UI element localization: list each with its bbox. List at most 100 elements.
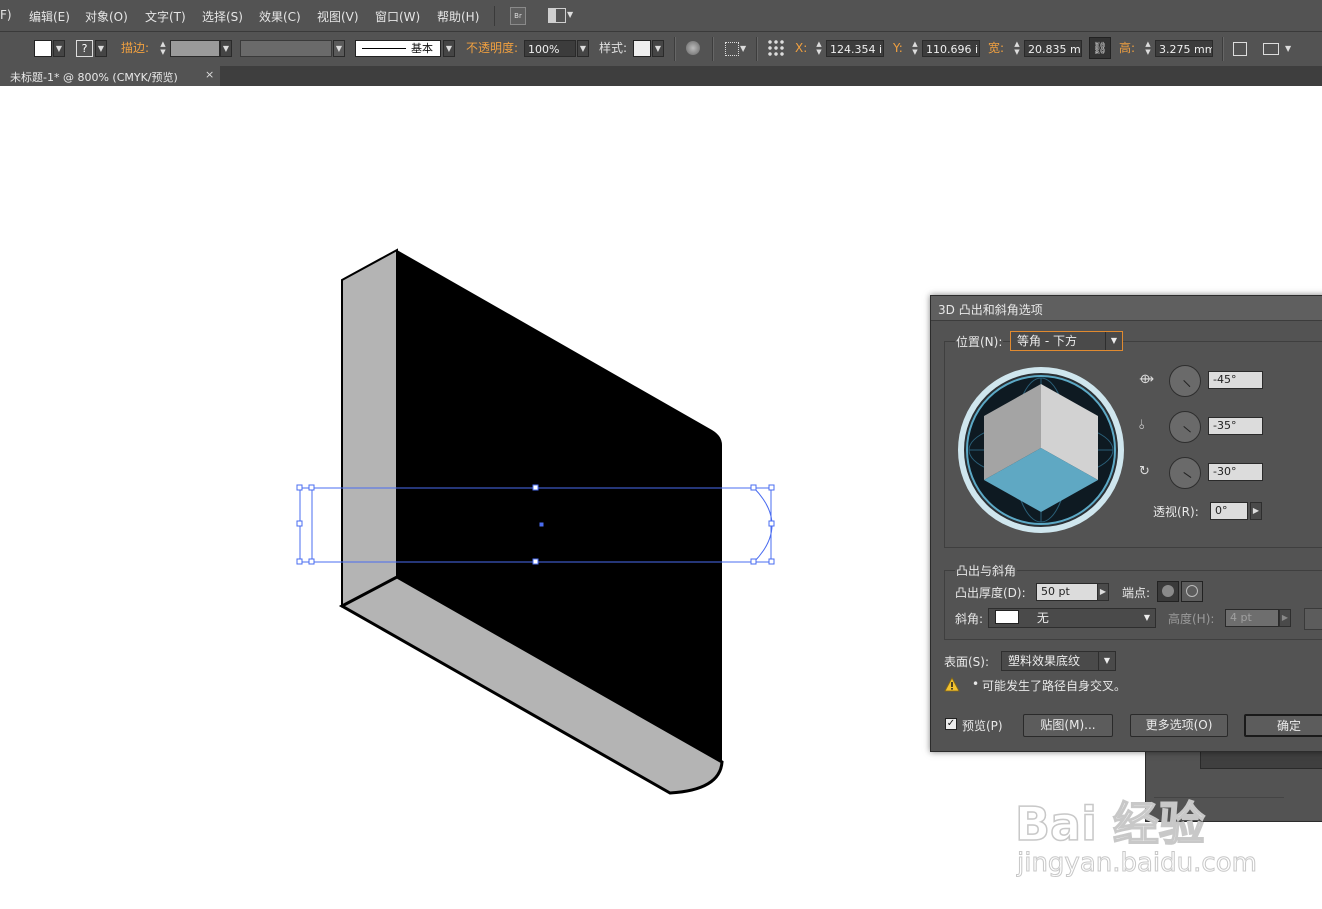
arrange-documents-icon[interactable] <box>548 8 566 23</box>
handle[interactable] <box>532 558 539 565</box>
fill-dropdown-arrow[interactable]: ▼ <box>53 40 65 57</box>
menu-type[interactable]: 文字(T) <box>145 8 186 25</box>
handle[interactable] <box>768 558 775 565</box>
more-options-button[interactable]: 更多选项(O) <box>1130 714 1228 737</box>
y-spinner[interactable]: ▲ ▼ <box>910 40 920 57</box>
chevron-down-icon[interactable]: ▼ <box>1285 40 1291 57</box>
height-label[interactable]: 高: <box>1119 40 1135 57</box>
handle[interactable] <box>296 520 303 527</box>
bridge-button[interactable]: Br <box>510 7 526 25</box>
map-button[interactable]: 贴图(M)... <box>1023 714 1113 737</box>
handle[interactable] <box>750 484 757 491</box>
bevel-label: 斜角: <box>955 612 984 626</box>
bevel-select[interactable]: 无 ▼ <box>988 608 1156 628</box>
menu-select[interactable]: 选择(S) <box>202 8 243 25</box>
close-icon[interactable]: × <box>205 68 214 81</box>
opacity-label[interactable]: 不透明度: <box>466 40 518 57</box>
perspective-slider-arrow[interactable]: ▶ <box>1250 502 1262 520</box>
x-label[interactable]: X: <box>795 40 807 57</box>
width-label[interactable]: 宽: <box>988 40 1004 57</box>
handle[interactable] <box>768 484 775 491</box>
watermark-url: jingyan.baidu.com <box>1017 848 1258 879</box>
y-label[interactable]: Y: <box>893 40 903 57</box>
rotate-y-knob[interactable] <box>1169 411 1201 443</box>
brush-stroke-preview <box>362 48 406 49</box>
variable-width-dropdown[interactable]: ▼ <box>333 40 345 57</box>
preview-label[interactable]: 预览(P) <box>962 717 1003 734</box>
menu-effect[interactable]: 效果(C) <box>259 8 301 25</box>
bevel-height-label: 高度(H): <box>1168 612 1215 626</box>
width-field[interactable]: 20.835 mi <box>1024 40 1082 57</box>
dialog-title-bar[interactable]: 3D 凸出和斜角选项 <box>931 296 1322 321</box>
depth-field[interactable]: 50 pt <box>1036 583 1098 601</box>
handle[interactable] <box>296 558 303 565</box>
handle[interactable] <box>308 558 315 565</box>
handle[interactable] <box>296 484 303 491</box>
ok-button[interactable]: 确定 <box>1244 714 1322 737</box>
handle[interactable] <box>532 484 539 491</box>
cap-off-button[interactable] <box>1181 581 1203 602</box>
surface-select[interactable]: 塑料效果底纹 ▼ <box>1001 651 1116 671</box>
menu-file[interactable]: F) <box>0 8 12 22</box>
menu-edit[interactable]: 编辑(E) <box>29 8 70 25</box>
handle[interactable] <box>768 520 775 527</box>
graphic-style-swatch[interactable] <box>633 40 651 57</box>
perspective-field[interactable]: 0° <box>1210 502 1248 520</box>
stroke-weight-field[interactable] <box>170 40 220 57</box>
constrain-proportions-link-icon[interactable]: ⛓ <box>1089 37 1111 59</box>
handle[interactable] <box>308 484 315 491</box>
toolbar-divider <box>1222 37 1224 61</box>
opacity-dropdown[interactable]: ▼ <box>577 40 589 57</box>
isolate-group-icon[interactable] <box>1263 43 1279 55</box>
depth-slider-arrow[interactable]: ▶ <box>1097 583 1109 601</box>
document-tab[interactable]: 未标题-1* @ 800% (CMYK/预览) × <box>0 66 220 86</box>
menu-object[interactable]: 对象(O) <box>85 8 128 25</box>
rotate-z-knob[interactable] <box>1169 457 1201 489</box>
reference-point-icon[interactable] <box>767 39 785 57</box>
surface-label: 表面(S): <box>944 655 990 669</box>
graphic-style-dropdown[interactable]: ▼ <box>652 40 664 57</box>
stroke-swatch-dropdown[interactable]: ▼ <box>95 40 107 57</box>
extruded-3d-object[interactable] <box>338 248 724 795</box>
brush-dropdown[interactable]: ▼ <box>443 40 455 57</box>
menu-bar: F) 编辑(E) 对象(O) 文字(T) 选择(S) 效果(C) 视图(V) 窗… <box>0 0 1322 32</box>
menu-window[interactable]: 窗口(W) <box>375 8 420 25</box>
rotate-y-field[interactable]: -35° <box>1208 417 1263 435</box>
stroke-weight-dropdown[interactable]: ▼ <box>220 40 232 57</box>
fill-swatch[interactable] <box>34 40 52 57</box>
width-spinner[interactable]: ▲ ▼ <box>1012 40 1022 57</box>
height-field[interactable]: 3.275 mm <box>1155 40 1213 57</box>
variable-width-profile[interactable] <box>240 40 332 57</box>
chevron-down-icon: ▼ <box>1105 332 1122 350</box>
stroke-label[interactable]: 描边: <box>121 40 149 57</box>
rotate-x-knob[interactable] <box>1169 365 1201 397</box>
recolor-artwork-icon[interactable] <box>686 41 700 55</box>
opacity-field[interactable]: 100% <box>524 40 576 57</box>
preview-checkbox[interactable]: ✓ <box>945 718 957 730</box>
menu-help[interactable]: 帮助(H) <box>437 8 479 25</box>
brush-definition[interactable]: 基本 <box>355 40 441 57</box>
align-to-icon[interactable] <box>725 42 739 56</box>
rotate-z-axis-icon: ↻ <box>1139 464 1150 479</box>
x-field[interactable]: 124.354 i <box>826 40 884 57</box>
warning-bullet: • <box>972 677 980 691</box>
cap-on-button[interactable] <box>1157 581 1179 602</box>
stroke-swatch[interactable]: ? <box>76 40 93 57</box>
track-cube-widget[interactable] <box>957 366 1125 534</box>
height-spinner[interactable]: ▲ ▼ <box>1143 40 1153 57</box>
toolbar-divider <box>712 37 714 61</box>
bevel-height-arrow[interactable]: ▶ <box>1279 609 1291 627</box>
stroke-weight-spinner[interactable]: ▲ ▼ <box>158 40 168 57</box>
x-spinner[interactable]: ▲ ▼ <box>814 40 824 57</box>
menu-view[interactable]: 视图(V) <box>317 8 359 25</box>
chevron-down-icon[interactable]: ▼ <box>567 10 573 19</box>
y-field[interactable]: 110.696 i <box>922 40 980 57</box>
chevron-down-icon[interactable]: ▼ <box>740 40 746 57</box>
rotate-x-field[interactable]: -45° <box>1208 371 1263 389</box>
bevel-height-field[interactable]: 4 pt <box>1225 609 1279 627</box>
position-select[interactable]: 等角 - 下方 ▼ <box>1010 331 1123 351</box>
bevel-extent-button[interactable] <box>1304 608 1322 630</box>
rotate-z-field[interactable]: -30° <box>1208 463 1263 481</box>
transform-icon[interactable] <box>1233 42 1247 56</box>
handle[interactable] <box>750 558 757 565</box>
